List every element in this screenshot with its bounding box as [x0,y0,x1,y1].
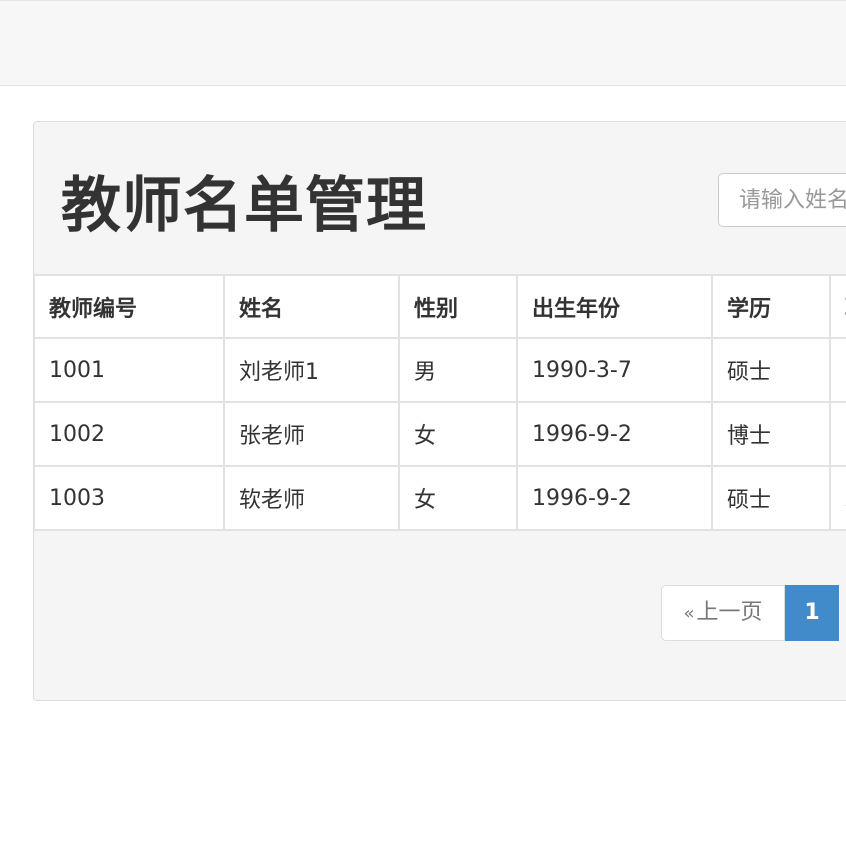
teacher-list-panel: 教师名单管理 教师编号 姓名 性别 出生年份 学历 职称 1001 刘老师1 男… [33,121,846,701]
cell-gender: 女 [398,401,518,467]
column-header-name: 姓名 [223,274,400,339]
page-title: 教师名单管理 [61,171,427,241]
cell-title: 高级 [829,337,846,403]
page-number-button[interactable]: 1 [785,585,839,641]
cell-name: 张老师 [223,401,400,467]
column-header-title: 职称 [829,274,846,339]
cell-name: 刘老师1 [223,337,400,403]
cell-title: 助教 [829,465,846,531]
column-header-education: 学历 [711,274,831,339]
prev-page-button[interactable]: «上一页 [661,585,785,641]
pagination: «上一页 1 [661,585,839,641]
table-row: 1002 张老师 女 1996-9-2 博士 中级 [34,401,846,467]
cell-teacher-id: 1003 [34,465,225,531]
cell-teacher-id: 1001 [34,337,225,403]
column-header-gender: 性别 [398,274,518,339]
cell-title: 中级 [829,401,846,467]
double-left-arrow-icon: « [683,603,695,624]
top-navbar [0,0,846,86]
cell-name: 软老师 [223,465,400,531]
cell-education: 博士 [711,401,831,467]
table-header-row: 教师编号 姓名 性别 出生年份 学历 职称 [34,274,846,339]
column-header-teacher-id: 教师编号 [34,274,225,339]
cell-teacher-id: 1002 [34,401,225,467]
column-header-birth-year: 出生年份 [516,274,713,339]
teacher-table: 教师编号 姓名 性别 出生年份 学历 职称 1001 刘老师1 男 1990-3… [34,274,846,531]
table-row: 1003 软老师 女 1996-9-2 硕士 助教 [34,465,846,531]
cell-education: 硕士 [711,465,831,531]
cell-gender: 男 [398,337,518,403]
search-name-input[interactable] [718,173,846,227]
prev-page-label: 上一页 [696,600,763,625]
cell-birth-year: 1996-9-2 [516,465,713,531]
cell-education: 硕士 [711,337,831,403]
cell-birth-year: 1990-3-7 [516,337,713,403]
table-row: 1001 刘老师1 男 1990-3-7 硕士 高级 [34,337,846,403]
panel-header: 教师名单管理 [34,122,846,274]
cell-gender: 女 [398,465,518,531]
cell-birth-year: 1996-9-2 [516,401,713,467]
